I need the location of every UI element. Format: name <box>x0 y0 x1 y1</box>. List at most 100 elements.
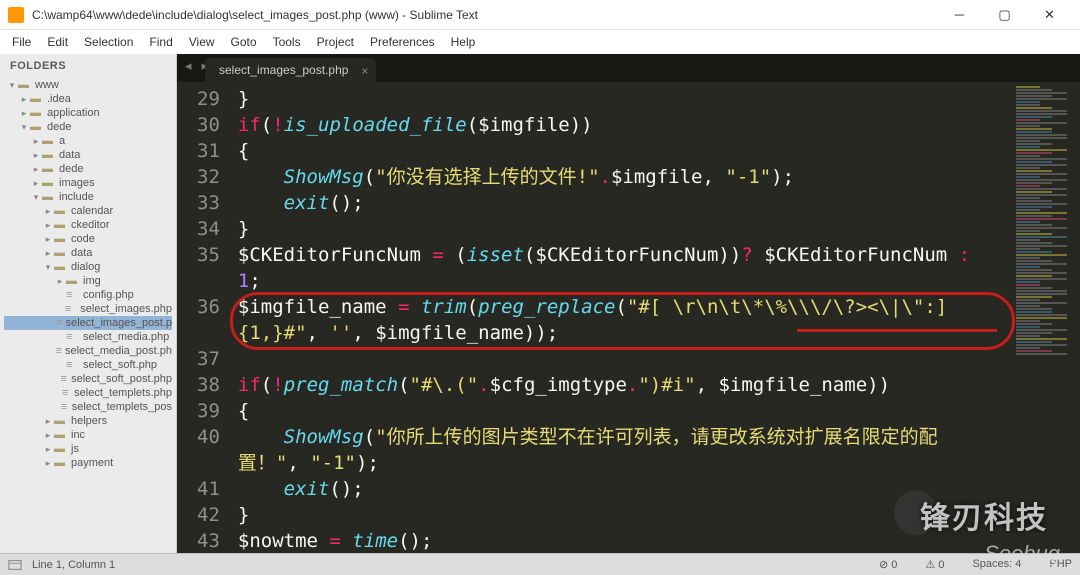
maximize-button[interactable]: ▢ <box>982 0 1027 30</box>
tree-label: data <box>71 247 92 259</box>
tree-arrow-icon: ▾ <box>18 122 30 133</box>
menu-help[interactable]: Help <box>443 33 484 51</box>
folder-item[interactable]: ▾▬dede <box>4 120 172 134</box>
editor-content[interactable]: 29303132333435 36 37383940 41424344 }if(… <box>177 82 1080 553</box>
status-errors[interactable]: ⊘ 0 <box>879 558 897 571</box>
folder-item[interactable]: ▸▬calendar <box>4 204 172 218</box>
folder-item[interactable]: ▸▬payment <box>4 456 172 470</box>
status-spaces[interactable]: Spaces: 4 <box>972 558 1021 571</box>
status-position[interactable]: Line 1, Column 1 <box>32 559 115 571</box>
tab-close-icon[interactable]: × <box>361 64 368 78</box>
menu-find[interactable]: Find <box>141 33 180 51</box>
folder-item[interactable]: ▾▬www <box>4 78 172 92</box>
file-item[interactable]: ≡select_images.php <box>4 302 172 316</box>
tree-label: select_templets_pos <box>72 401 172 413</box>
folder-item[interactable]: ▸▬a <box>4 134 172 148</box>
folder-item[interactable]: ▸▬code <box>4 232 172 246</box>
close-button[interactable]: ✕ <box>1027 0 1072 30</box>
file-item[interactable]: ≡select_images_post.p <box>4 316 172 330</box>
file-icon: ≡ <box>61 401 69 413</box>
folder-item[interactable]: ▸▬application <box>4 106 172 120</box>
menu-tools[interactable]: Tools <box>265 33 309 51</box>
tree-label: helpers <box>71 415 107 427</box>
folder-item[interactable]: ▾▬include <box>4 190 172 204</box>
folder-icon: ▬ <box>54 415 68 427</box>
menu-edit[interactable]: Edit <box>39 33 76 51</box>
tree-arrow-icon: ▸ <box>30 150 42 161</box>
folder-item[interactable]: ▾▬dialog <box>4 260 172 274</box>
menu-selection[interactable]: Selection <box>76 33 141 51</box>
tree-label: code <box>71 233 95 245</box>
tree-label: payment <box>71 457 113 469</box>
folder-icon: ▬ <box>54 219 68 231</box>
tree-label: application <box>47 107 100 119</box>
sidebar-header: FOLDERS <box>0 54 176 78</box>
tree-label: config.php <box>83 289 134 301</box>
menu-preferences[interactable]: Preferences <box>362 33 443 51</box>
file-item[interactable]: ≡select_templets_pos <box>4 400 172 414</box>
tree-label: inc <box>71 429 85 441</box>
tree-arrow-icon: ▸ <box>42 430 54 441</box>
folder-item[interactable]: ▸▬inc <box>4 428 172 442</box>
tree-arrow-icon: ▾ <box>42 262 54 273</box>
folder-icon: ▬ <box>42 149 56 161</box>
tree-label: ckeditor <box>71 219 110 231</box>
menu-goto[interactable]: Goto <box>223 33 265 51</box>
folder-icon: ▬ <box>54 233 68 245</box>
folder-icon: ▬ <box>42 135 56 147</box>
folder-icon: ▬ <box>18 79 32 91</box>
folder-icon: ▬ <box>54 443 68 455</box>
folder-icon: ▬ <box>30 107 44 119</box>
status-icon <box>8 558 22 572</box>
folder-item[interactable]: ▸▬data <box>4 246 172 260</box>
editor-area: ◂ ▸ select_images_post.php × 29303132333… <box>177 54 1080 553</box>
minimap[interactable] <box>1012 82 1080 553</box>
code-pane[interactable]: }if(!is_uploaded_file($imgfile)){ ShowMs… <box>230 82 1012 553</box>
tree-arrow-icon: ▸ <box>54 276 66 287</box>
file-item[interactable]: ≡select_media_post.ph <box>4 344 172 358</box>
tree-label: js <box>71 443 79 455</box>
menu-project[interactable]: Project <box>309 33 362 51</box>
tab-label: select_images_post.php <box>219 63 348 77</box>
tab-prev-icon[interactable]: ◂ <box>181 58 196 74</box>
folder-icon: ▬ <box>54 247 68 259</box>
tree-arrow-icon: ▸ <box>30 136 42 147</box>
tree-arrow-icon: ▸ <box>30 178 42 189</box>
tree-arrow-icon: ▸ <box>42 248 54 259</box>
folder-icon: ▬ <box>42 177 56 189</box>
file-item[interactable]: ≡config.php <box>4 288 172 302</box>
file-item[interactable]: ≡select_soft.php <box>4 358 172 372</box>
folder-icon: ▬ <box>54 205 68 217</box>
file-icon: ≡ <box>56 345 62 357</box>
tree-arrow-icon: ▸ <box>42 234 54 245</box>
folder-item[interactable]: ▸▬dede <box>4 162 172 176</box>
folder-item[interactable]: ▸▬helpers <box>4 414 172 428</box>
file-icon: ≡ <box>66 359 80 371</box>
file-item[interactable]: ≡select_soft_post.php <box>4 372 172 386</box>
tree-label: a <box>59 135 65 147</box>
minimize-button[interactable]: ─ <box>937 0 982 30</box>
menu-file[interactable]: File <box>4 33 39 51</box>
file-icon: ≡ <box>61 373 69 385</box>
folder-item[interactable]: ▸▬js <box>4 442 172 456</box>
tree-label: calendar <box>71 205 113 217</box>
tree-label: select_images.php <box>80 303 172 315</box>
status-warnings[interactable]: ⚠ 0 <box>925 558 944 571</box>
tree-label: select_media_post.ph <box>65 345 172 357</box>
tree-label: select_images_post.p <box>66 317 172 329</box>
folder-tree: ▾▬www▸▬.idea▸▬application▾▬dede▸▬a▸▬data… <box>0 78 176 474</box>
folder-item[interactable]: ▸▬.idea <box>4 92 172 106</box>
folder-item[interactable]: ▸▬ckeditor <box>4 218 172 232</box>
menu-view[interactable]: View <box>181 33 223 51</box>
folder-item[interactable]: ▸▬images <box>4 176 172 190</box>
tree-arrow-icon: ▸ <box>30 164 42 175</box>
folder-item[interactable]: ▸▬img <box>4 274 172 288</box>
status-syntax[interactable]: PHP <box>1049 558 1072 571</box>
tree-label: select_templets.php <box>74 387 172 399</box>
tab-file[interactable]: select_images_post.php × <box>205 58 376 82</box>
file-item[interactable]: ≡select_templets.php <box>4 386 172 400</box>
sidebar: FOLDERS ▾▬www▸▬.idea▸▬application▾▬dede▸… <box>0 54 177 553</box>
folder-item[interactable]: ▸▬data <box>4 148 172 162</box>
folder-icon: ▬ <box>54 261 68 273</box>
file-item[interactable]: ≡select_media.php <box>4 330 172 344</box>
